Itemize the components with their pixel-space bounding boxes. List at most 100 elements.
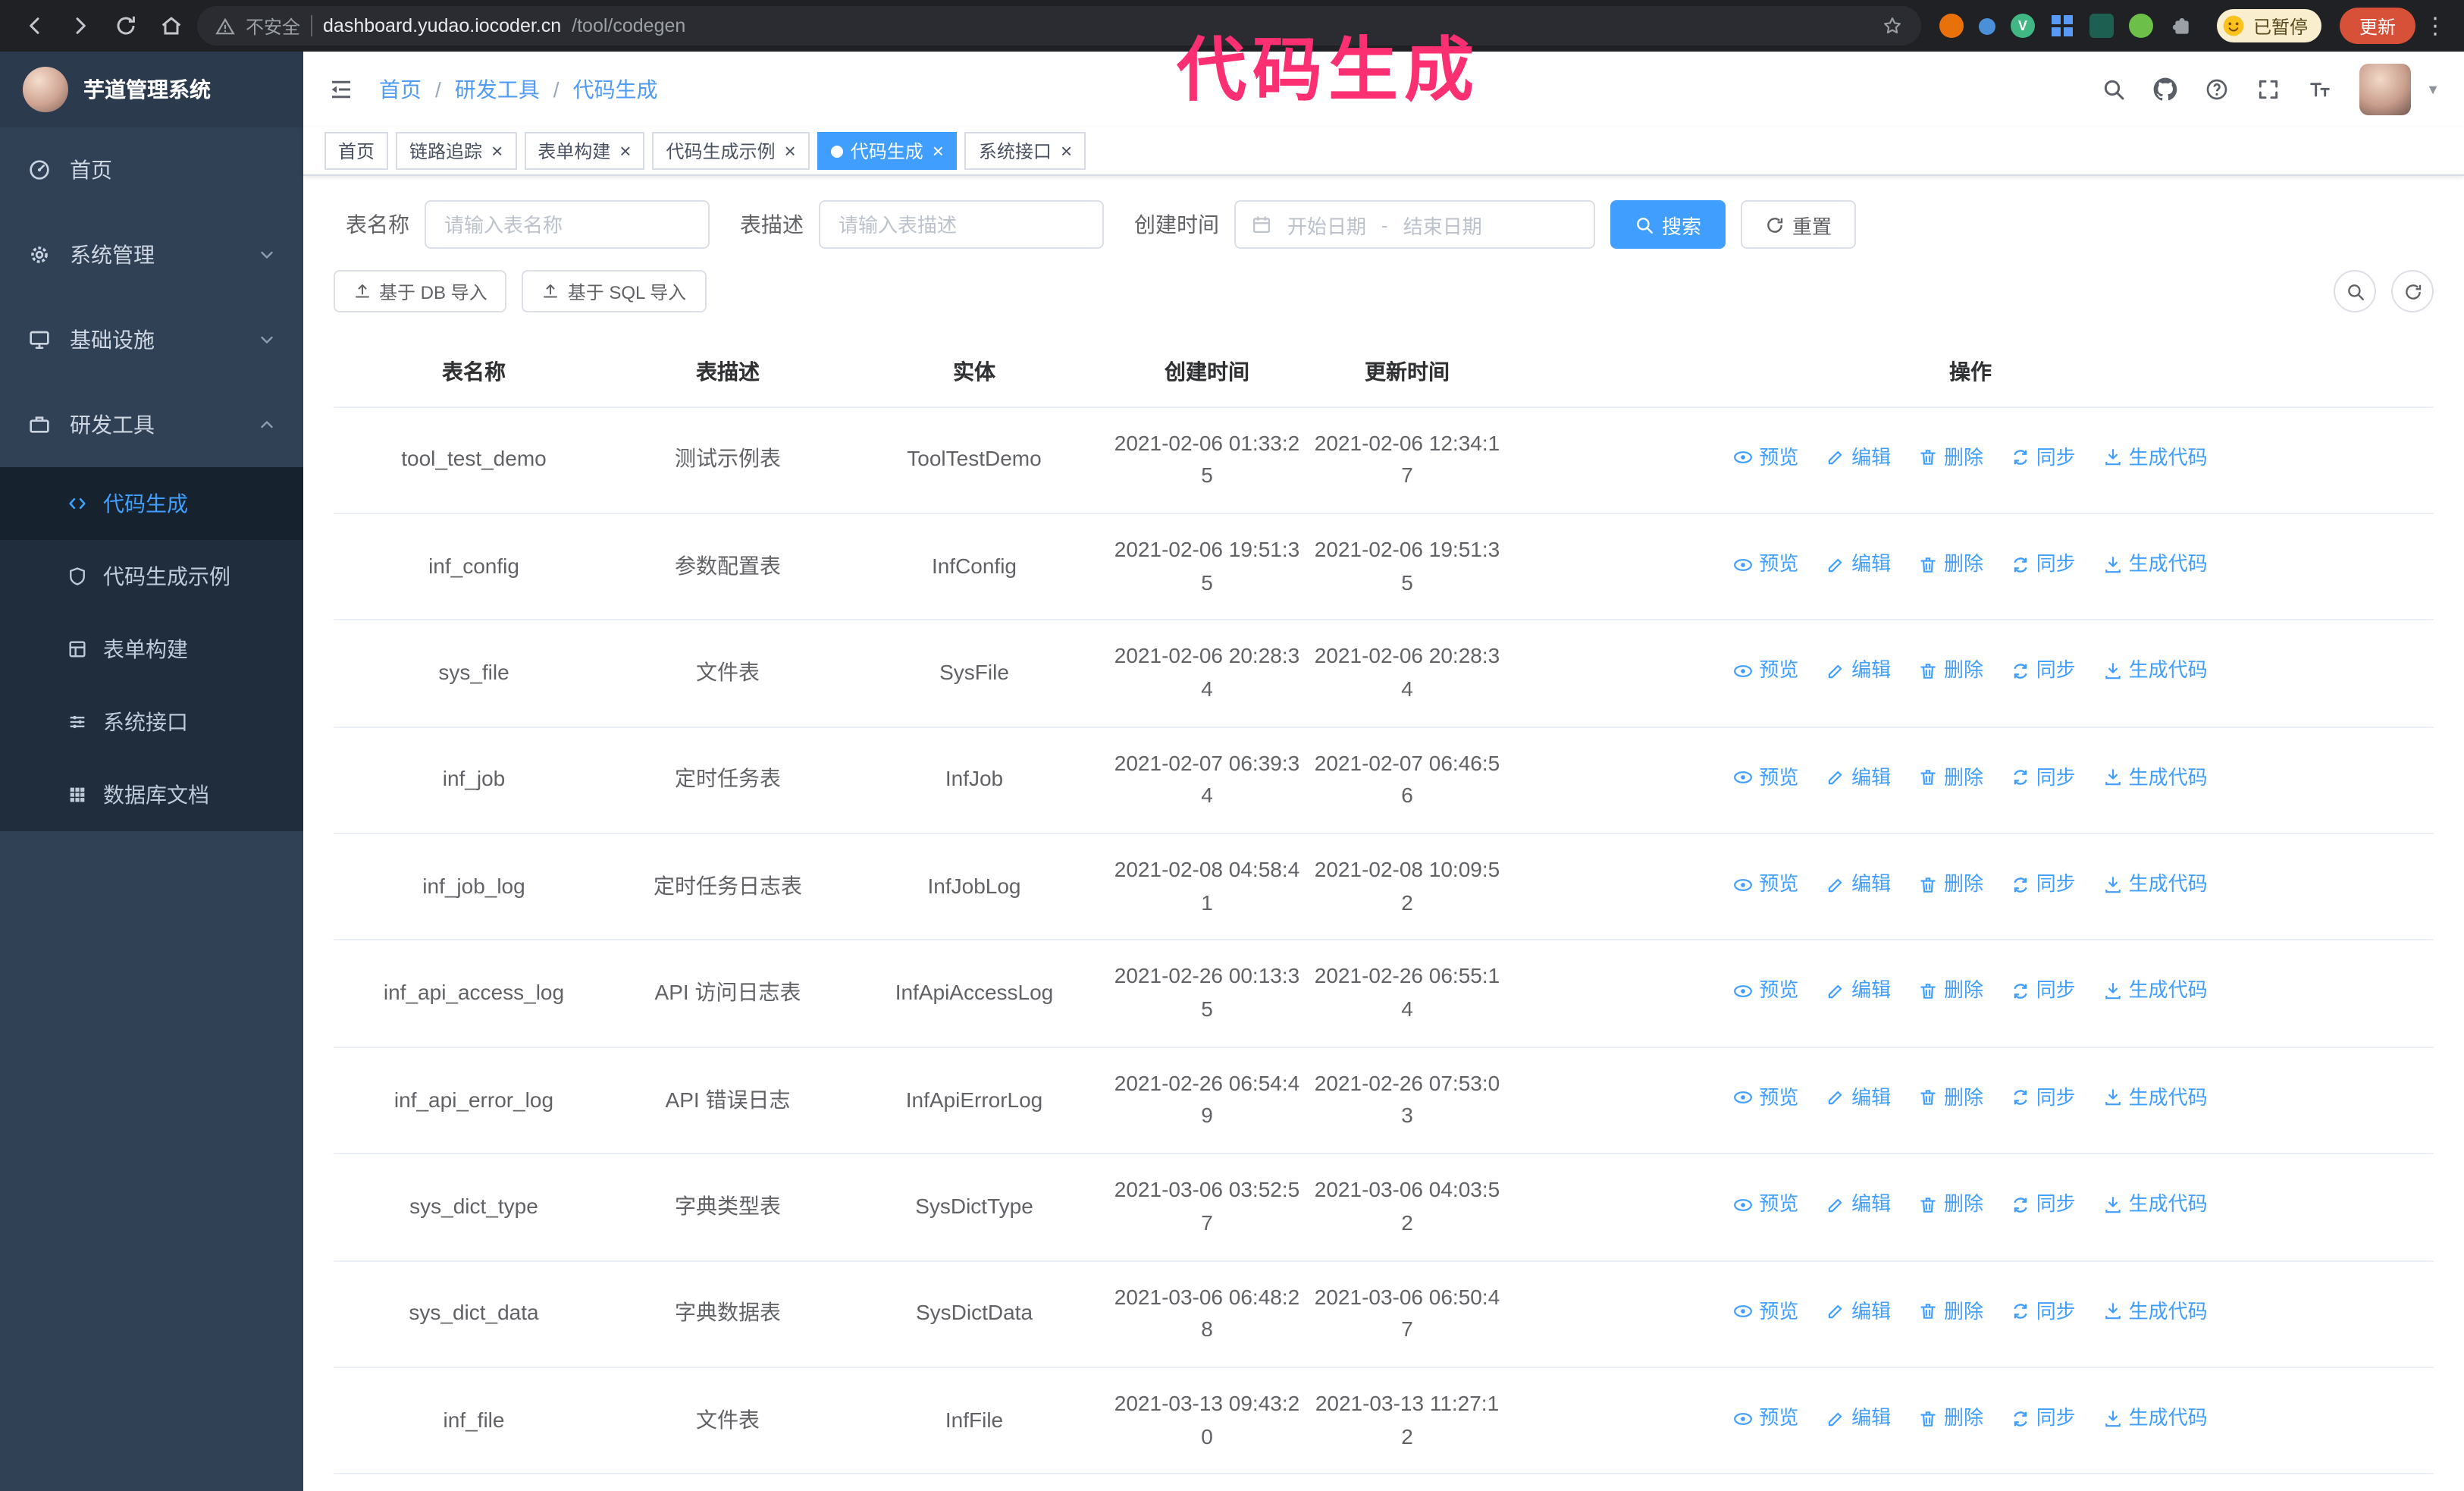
generate-code-link[interactable]: 生成代码 <box>2103 1083 2208 1113</box>
extension-icon-blue-dot[interactable] <box>1978 17 1995 34</box>
preview-link[interactable]: 预览 <box>1733 976 1798 1006</box>
sync-link[interactable]: 同步 <box>2011 976 2076 1006</box>
edit-link[interactable]: 编辑 <box>1826 1296 1891 1326</box>
preview-link[interactable]: 预览 <box>1733 656 1798 686</box>
reset-button[interactable]: 重置 <box>1741 200 1857 249</box>
browser-forward-icon[interactable] <box>61 6 100 46</box>
sidebar-item-infra[interactable]: 基础设施 <box>0 297 303 382</box>
sync-link[interactable]: 同步 <box>2011 1083 2076 1113</box>
browser-home-icon[interactable] <box>152 6 191 46</box>
generate-code-link[interactable]: 生成代码 <box>2103 869 2208 899</box>
tab-codegen[interactable]: 代码生成 × <box>817 132 958 170</box>
sidebar-item-db-doc[interactable]: 数据库文档 <box>0 758 303 831</box>
sidebar-item-codegen[interactable]: 代码生成 <box>0 467 303 540</box>
sidebar-item-home[interactable]: 首页 <box>0 127 303 212</box>
font-size-icon[interactable] <box>2308 77 2332 102</box>
tab-codegen-example[interactable]: 代码生成示例 × <box>652 132 810 170</box>
date-end-placeholder[interactable]: 结束日期 <box>1403 210 1482 239</box>
extension-icon-orange[interactable] <box>1939 14 1964 38</box>
table-name-input[interactable] <box>425 200 710 249</box>
header-search-icon[interactable] <box>2102 77 2126 102</box>
preview-link[interactable]: 预览 <box>1733 442 1798 472</box>
tab-form-builder[interactable]: 表单构建 × <box>524 132 645 170</box>
date-range-picker[interactable]: 开始日期 - 结束日期 <box>1234 200 1595 249</box>
browser-menu-icon[interactable]: ⋮ <box>2422 6 2449 46</box>
import-sql-button[interactable]: 基于 SQL 导入 <box>522 270 707 312</box>
delete-link[interactable]: 删除 <box>1918 656 1983 686</box>
date-start-placeholder[interactable]: 开始日期 <box>1287 210 1366 239</box>
sidebar-item-system-api[interactable]: 系统接口 <box>0 686 303 758</box>
preview-link[interactable]: 预览 <box>1733 1296 1798 1326</box>
breadcrumb-item-devtools[interactable]: 研发工具 <box>455 74 540 105</box>
toggle-search-button[interactable] <box>2334 270 2376 312</box>
table-desc-input[interactable] <box>819 200 1104 249</box>
delete-link[interactable]: 删除 <box>1918 1403 1983 1433</box>
extension-icon-grid[interactable] <box>2050 14 2074 38</box>
sync-link[interactable]: 同步 <box>2011 869 2076 899</box>
fullscreen-icon[interactable] <box>2256 77 2281 102</box>
generate-code-link[interactable]: 生成代码 <box>2103 1296 2208 1326</box>
delete-link[interactable]: 删除 <box>1918 1189 1983 1219</box>
extension-icon-green[interactable] <box>2128 14 2153 38</box>
edit-link[interactable]: 编辑 <box>1826 762 1891 793</box>
edit-link[interactable]: 编辑 <box>1826 869 1891 899</box>
edit-link[interactable]: 编辑 <box>1826 976 1891 1006</box>
generate-code-link[interactable]: 生成代码 <box>2103 1403 2208 1433</box>
extensions-puzzle-icon[interactable] <box>2168 14 2193 38</box>
edit-link[interactable]: 编辑 <box>1826 549 1891 579</box>
sidebar-item-devtools[interactable]: 研发工具 <box>0 382 303 467</box>
delete-link[interactable]: 删除 <box>1918 762 1983 793</box>
close-icon[interactable]: × <box>491 141 503 161</box>
sync-link[interactable]: 同步 <box>2011 1296 2076 1326</box>
extension-icon-vue[interactable]: V <box>2010 14 2035 38</box>
sync-link[interactable]: 同步 <box>2011 549 2076 579</box>
generate-code-link[interactable]: 生成代码 <box>2103 656 2208 686</box>
help-icon[interactable] <box>2205 77 2229 102</box>
delete-link[interactable]: 删除 <box>1918 1083 1983 1113</box>
address-bar[interactable]: 不安全 dashboard.yudao.iocoder.cn/tool/code… <box>197 6 1921 46</box>
browser-reload-icon[interactable] <box>106 6 146 46</box>
sync-link[interactable]: 同步 <box>2011 1403 2076 1433</box>
delete-link[interactable]: 删除 <box>1918 976 1983 1006</box>
sidebar-item-codegen-example[interactable]: 代码生成示例 <box>0 540 303 613</box>
update-button[interactable]: 更新 <box>2339 8 2415 44</box>
edit-link[interactable]: 编辑 <box>1826 442 1891 472</box>
delete-link[interactable]: 删除 <box>1918 442 1983 472</box>
sync-link[interactable]: 同步 <box>2011 762 2076 793</box>
generate-code-link[interactable]: 生成代码 <box>2103 976 2208 1006</box>
search-button[interactable]: 搜索 <box>1610 200 1726 249</box>
preview-link[interactable]: 预览 <box>1733 869 1798 899</box>
edit-link[interactable]: 编辑 <box>1826 1189 1891 1219</box>
chevron-down-icon[interactable]: ▼ <box>2426 82 2440 97</box>
tab-system-api[interactable]: 系统接口 × <box>964 132 1086 170</box>
preview-link[interactable]: 预览 <box>1733 1189 1798 1219</box>
refresh-table-button[interactable] <box>2391 270 2434 312</box>
tab-home[interactable]: 首页 <box>324 132 389 170</box>
preview-link[interactable]: 预览 <box>1733 762 1798 793</box>
delete-link[interactable]: 删除 <box>1918 1296 1983 1326</box>
bookmark-star-icon[interactable] <box>1882 15 1903 36</box>
github-icon[interactable] <box>2153 77 2177 102</box>
edit-link[interactable]: 编辑 <box>1826 1083 1891 1113</box>
generate-code-link[interactable]: 生成代码 <box>2103 549 2208 579</box>
extension-icon-teal[interactable] <box>2089 14 2114 38</box>
sidebar-item-form-builder[interactable]: 表单构建 <box>0 613 303 686</box>
generate-code-link[interactable]: 生成代码 <box>2103 762 2208 793</box>
delete-link[interactable]: 删除 <box>1918 869 1983 899</box>
preview-link[interactable]: 预览 <box>1733 1403 1798 1433</box>
user-avatar[interactable] <box>2359 64 2412 115</box>
close-icon[interactable]: × <box>619 141 631 161</box>
generate-code-link[interactable]: 生成代码 <box>2103 442 2208 472</box>
profile-paused-badge[interactable]: 已暂停 <box>2216 9 2321 42</box>
sync-link[interactable]: 同步 <box>2011 442 2076 472</box>
delete-link[interactable]: 删除 <box>1918 549 1983 579</box>
browser-back-icon[interactable] <box>15 6 55 46</box>
close-icon[interactable]: × <box>785 141 796 161</box>
sync-link[interactable]: 同步 <box>2011 1189 2076 1219</box>
close-icon[interactable]: × <box>1061 141 1072 161</box>
sync-link[interactable]: 同步 <box>2011 656 2076 686</box>
edit-link[interactable]: 编辑 <box>1826 1403 1891 1433</box>
preview-link[interactable]: 预览 <box>1733 1083 1798 1113</box>
breadcrumb-item-codegen[interactable]: 代码生成 <box>573 74 658 105</box>
close-icon[interactable]: × <box>933 141 944 161</box>
